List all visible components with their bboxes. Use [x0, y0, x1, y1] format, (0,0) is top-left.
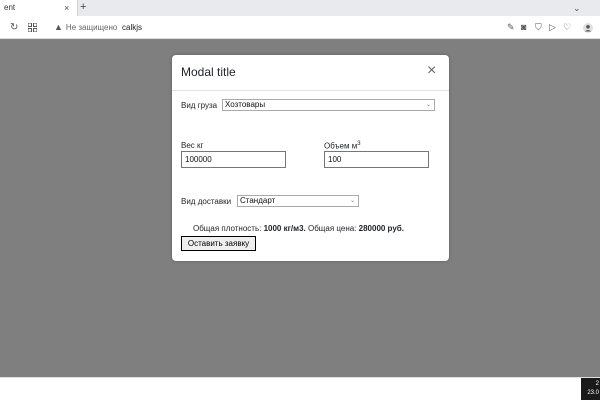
send-icon[interactable]: ▷ [549, 16, 556, 39]
profile-avatar-icon[interactable] [583, 16, 593, 39]
density-label: Общая плотность: [193, 224, 262, 233]
cargo-type-select[interactable]: Хозтовары ⌄ [222, 99, 435, 111]
edit-icon[interactable]: ✎ [507, 16, 515, 39]
calculation-result: Общая плотность: 1000 кг/м3. Общая цена:… [193, 224, 404, 233]
delivery-type-value: Стандарт [240, 196, 276, 205]
apps-grid-icon[interactable] [27, 16, 38, 39]
clock-date: 23.0 [587, 390, 599, 396]
browser-toolbar: ↻ ▲ Не защищено calkjs ✎ ◙ ⛉ ▷ ♡ [0, 16, 600, 39]
modal-title: Modal title [181, 65, 236, 79]
address-bar[interactable]: calkjs [122, 16, 142, 39]
modal-dialog: Modal title × Вид груза Хозтовары ⌄ Вес … [172, 55, 449, 261]
warning-icon: ▲ [54, 22, 63, 32]
heart-icon[interactable]: ♡ [563, 16, 571, 39]
taskbar: 2 23.0 [0, 377, 600, 400]
system-clock[interactable]: 2 23.0 [581, 378, 600, 400]
close-icon[interactable]: × [427, 61, 436, 81]
reload-icon[interactable]: ↻ [10, 16, 18, 39]
camera-icon[interactable]: ◙ [521, 16, 526, 39]
delivery-type-label: Вид доставки [181, 197, 232, 206]
price-label: Общая цена: [307, 224, 357, 233]
density-value: 1000 кг/м3. [263, 224, 306, 233]
cargo-type-value: Хозтовары [225, 100, 266, 109]
price-value: 280000 руб. [358, 224, 404, 233]
delivery-type-select[interactable]: Стандарт ⌄ [237, 195, 359, 207]
new-tab-icon[interactable]: + [80, 0, 86, 15]
modal-header-divider [172, 90, 449, 91]
chevron-down-icon: ⌄ [425, 102, 431, 108]
volume-label: Объем м3 [324, 141, 361, 151]
security-indicator[interactable]: ▲ Не защищено [54, 16, 117, 39]
tab-strip: ent × + ⌄ [0, 0, 600, 16]
volume-unit-exponent: 3 [357, 141, 361, 147]
security-label: Не защищено [65, 23, 118, 32]
submit-request-button[interactable]: Оставить заявку [181, 236, 256, 251]
weight-input[interactable]: 100000 [181, 151, 286, 168]
browser-tab[interactable]: ent × [0, 0, 78, 16]
cargo-type-label: Вид груза [181, 101, 218, 110]
clock-time: 2 [595, 381, 599, 387]
tab-search-icon[interactable]: ⌄ [573, 0, 581, 16]
chevron-down-icon: ⌄ [349, 198, 355, 204]
weight-label: Вес кг [181, 141, 204, 150]
tab-title: ent [4, 3, 16, 12]
volume-input[interactable]: 100 [324, 151, 429, 168]
shield-icon[interactable]: ⛉ [535, 16, 542, 39]
close-tab-icon[interactable]: × [64, 0, 69, 16]
